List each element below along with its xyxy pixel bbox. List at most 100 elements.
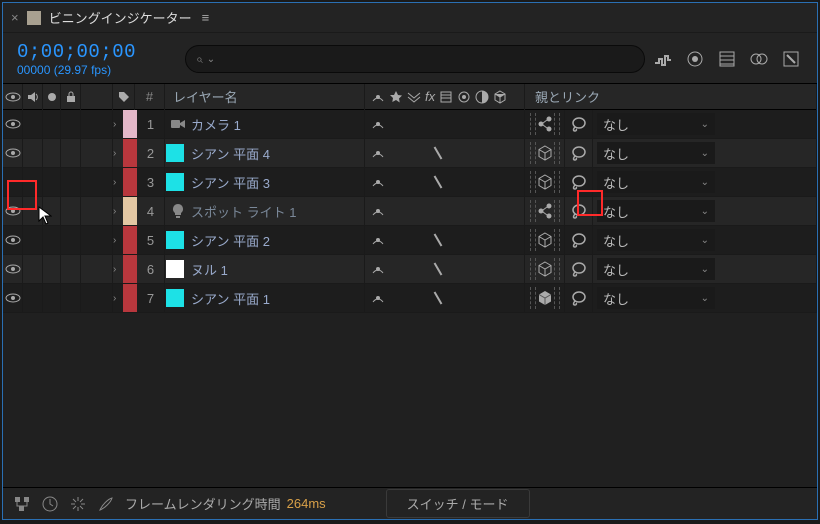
label-color[interactable] xyxy=(123,255,137,283)
chevron-right-icon[interactable]: › xyxy=(113,110,123,139)
parent-dropdown[interactable]: なし⌄ xyxy=(593,168,817,197)
3d-toggle[interactable] xyxy=(525,284,565,313)
draft3d-icon[interactable] xyxy=(717,49,737,69)
parent-dropdown[interactable]: なし⌄ xyxy=(593,255,817,284)
effects-icon[interactable] xyxy=(69,495,87,513)
pickwhip-icon[interactable] xyxy=(565,197,593,226)
visibility-toggle[interactable] xyxy=(3,255,23,284)
slash-toggle[interactable] xyxy=(429,202,447,220)
slash-toggle[interactable] xyxy=(429,260,447,278)
table-row[interactable]: › 5 シアン 平面 2 なし⌄ xyxy=(3,226,817,255)
search-input[interactable]: ⌕ ⌄ xyxy=(185,45,645,73)
lock-toggle[interactable] xyxy=(61,226,81,255)
comp-flow-icon[interactable] xyxy=(13,495,31,513)
chevron-right-icon[interactable]: › xyxy=(113,284,123,313)
3d-toggle[interactable] xyxy=(525,168,565,197)
lock-toggle[interactable] xyxy=(61,110,81,139)
table-row[interactable]: › 7 シアン 平面 1 なし⌄ xyxy=(3,284,817,313)
chevron-right-icon[interactable]: › xyxy=(113,255,123,284)
audio-toggle[interactable] xyxy=(23,168,43,197)
layer-name[interactable]: シアン 平面 4 xyxy=(191,139,365,168)
shy-toggle[interactable] xyxy=(369,144,387,162)
solo-toggle[interactable] xyxy=(43,226,61,255)
layer-name[interactable]: カメラ 1 xyxy=(191,110,365,139)
pickwhip-icon[interactable] xyxy=(565,110,593,139)
timecode[interactable]: 0;00;00;00 xyxy=(17,41,177,63)
solo-toggle[interactable] xyxy=(43,284,61,313)
audio-toggle[interactable] xyxy=(23,255,43,284)
pickwhip-icon[interactable] xyxy=(565,255,593,284)
3d-toggle[interactable] xyxy=(525,226,565,255)
panel-menu-icon[interactable]: ≡ xyxy=(202,10,210,25)
shy-toggle[interactable] xyxy=(369,202,387,220)
graph-editor-icon[interactable] xyxy=(653,49,673,69)
lock-toggle[interactable] xyxy=(61,197,81,226)
label-color[interactable] xyxy=(123,168,137,196)
shy-toggle[interactable] xyxy=(369,173,387,191)
pickwhip-icon[interactable] xyxy=(565,284,593,313)
parent-dropdown[interactable]: なし⌄ xyxy=(593,197,817,226)
parent-dropdown[interactable]: なし⌄ xyxy=(593,284,817,313)
solo-toggle[interactable] xyxy=(43,110,61,139)
layer-name[interactable]: ヌル 1 xyxy=(191,255,365,284)
3d-toggle[interactable] xyxy=(525,139,565,168)
shy-toggle[interactable] xyxy=(369,115,387,133)
visibility-toggle[interactable] xyxy=(3,139,23,168)
lock-toggle[interactable] xyxy=(61,168,81,197)
visibility-toggle[interactable] xyxy=(3,197,23,226)
label-color[interactable] xyxy=(123,197,137,225)
audio-toggle[interactable] xyxy=(23,226,43,255)
table-row[interactable]: › 3 シアン 平面 3 なし⌄ xyxy=(3,168,817,197)
chevron-right-icon[interactable]: › xyxy=(113,168,123,197)
label-color[interactable] xyxy=(123,226,137,254)
motion-blur-icon[interactable] xyxy=(685,49,705,69)
frame-blend-icon[interactable] xyxy=(749,49,769,69)
chevron-right-icon[interactable]: › xyxy=(113,226,123,255)
slash-toggle[interactable] xyxy=(429,289,447,307)
parent-dropdown[interactable]: なし⌄ xyxy=(593,139,817,168)
audio-toggle[interactable] xyxy=(23,284,43,313)
table-row[interactable]: › 6 ヌル 1 なし⌄ xyxy=(3,255,817,284)
3d-toggle[interactable] xyxy=(525,197,565,226)
lock-toggle[interactable] xyxy=(61,139,81,168)
visibility-toggle[interactable] xyxy=(3,226,23,255)
shy-toggle[interactable] xyxy=(369,260,387,278)
table-row[interactable]: › 1 カメラ 1 なし⌄ xyxy=(3,110,817,139)
solo-toggle[interactable] xyxy=(43,255,61,284)
audio-toggle[interactable] xyxy=(23,139,43,168)
pickwhip-icon[interactable] xyxy=(565,226,593,255)
lock-toggle[interactable] xyxy=(61,255,81,284)
slash-toggle[interactable] xyxy=(429,231,447,249)
label-color[interactable] xyxy=(123,110,137,138)
pickwhip-icon[interactable] xyxy=(565,139,593,168)
shy-hide-icon[interactable] xyxy=(781,49,801,69)
3d-toggle[interactable] xyxy=(525,255,565,284)
pickwhip-icon[interactable] xyxy=(565,168,593,197)
col-layer-name[interactable]: レイヤー名 xyxy=(165,84,365,110)
chevron-right-icon[interactable]: › xyxy=(113,139,123,168)
close-icon[interactable]: × xyxy=(11,10,19,25)
slash-toggle[interactable] xyxy=(429,144,447,162)
audio-toggle[interactable] xyxy=(23,110,43,139)
layer-name[interactable]: シアン 平面 3 xyxy=(191,168,365,197)
layer-name[interactable]: シアン 平面 1 xyxy=(191,284,365,313)
table-row[interactable]: › 4 スポット ライト 1 なし⌄ xyxy=(3,197,817,226)
col-parent[interactable]: 親とリンク xyxy=(525,84,817,110)
chevron-right-icon[interactable]: › xyxy=(113,197,123,226)
solo-toggle[interactable] xyxy=(43,139,61,168)
visibility-toggle[interactable] xyxy=(3,168,23,197)
parent-dropdown[interactable]: なし⌄ xyxy=(593,110,817,139)
table-row[interactable]: › 2 シアン 平面 4 なし⌄ xyxy=(3,139,817,168)
switch-mode-toggle[interactable]: スイッチ / モード xyxy=(386,489,530,518)
brush-icon[interactable] xyxy=(97,495,115,513)
label-color[interactable] xyxy=(123,284,137,312)
shy-toggle[interactable] xyxy=(369,231,387,249)
parent-dropdown[interactable]: なし⌄ xyxy=(593,226,817,255)
render-queue-icon[interactable] xyxy=(41,495,59,513)
label-color[interactable] xyxy=(123,139,137,167)
visibility-toggle[interactable] xyxy=(3,110,23,139)
shy-toggle[interactable] xyxy=(369,289,387,307)
layer-name[interactable]: スポット ライト 1 xyxy=(191,197,365,226)
3d-toggle[interactable] xyxy=(525,110,565,139)
slash-toggle[interactable] xyxy=(429,115,447,133)
